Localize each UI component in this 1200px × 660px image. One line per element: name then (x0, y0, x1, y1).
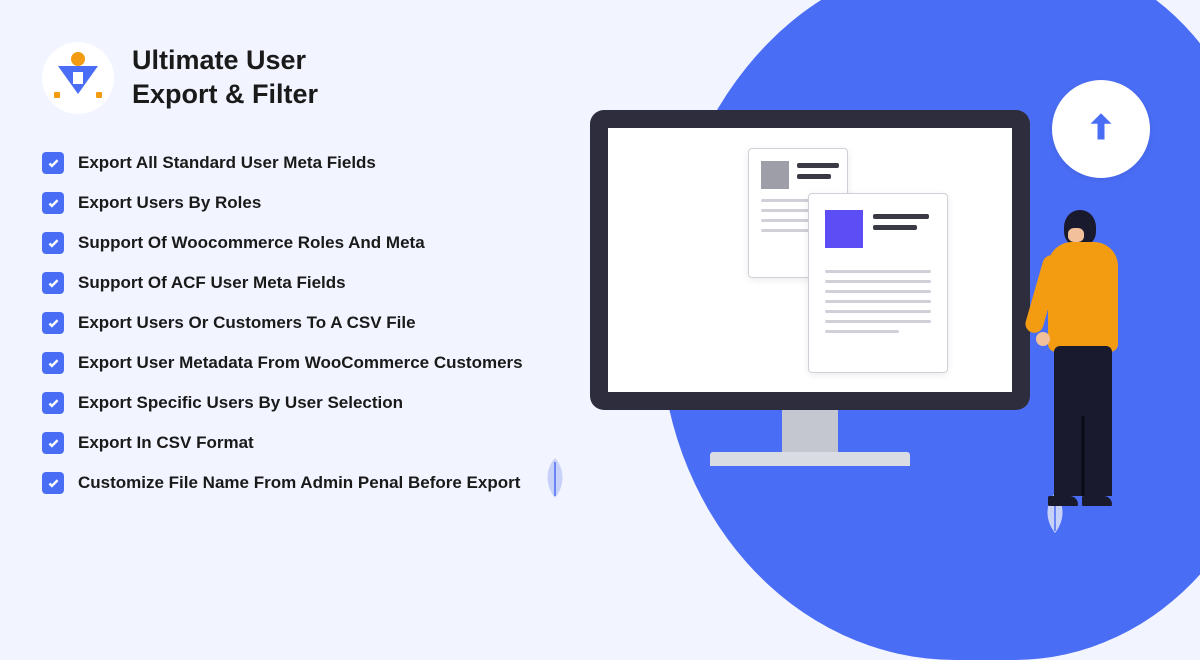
check-icon (42, 392, 64, 414)
list-item: Support Of Woocommerce Roles And Meta (42, 232, 562, 254)
list-item: Export Users By Roles (42, 192, 562, 214)
check-icon (42, 432, 64, 454)
title-line-1: Ultimate User (132, 44, 318, 78)
feature-text: Support Of ACF User Meta Fields (78, 273, 346, 293)
title-line-2: Export & Filter (132, 78, 318, 112)
list-item: Customize File Name From Admin Penal Bef… (42, 472, 562, 494)
monitor-screen (590, 110, 1030, 410)
person-icon (1020, 210, 1140, 520)
check-icon (42, 152, 64, 174)
logo-icon: ↑ (42, 42, 114, 114)
header: ↑ Ultimate User Export & Filter (42, 42, 562, 114)
list-item: Export User Metadata From WooCommerce Cu… (42, 352, 562, 374)
check-icon (42, 272, 64, 294)
feature-text: Support Of Woocommerce Roles And Meta (78, 233, 425, 253)
feature-text: Export Specific Users By User Selection (78, 393, 403, 413)
document-front-icon (808, 193, 948, 373)
check-icon (42, 192, 64, 214)
page-title: Ultimate User Export & Filter (132, 44, 318, 112)
feature-list: Export All Standard User Meta Fields Exp… (42, 152, 562, 494)
check-icon (42, 232, 64, 254)
list-item: Export Users Or Customers To A CSV File (42, 312, 562, 334)
feature-text: Export Users By Roles (78, 193, 261, 213)
upload-badge-icon (1052, 80, 1150, 178)
feature-text: Export Users Or Customers To A CSV File (78, 313, 416, 333)
list-item: Support Of ACF User Meta Fields (42, 272, 562, 294)
check-icon (42, 352, 64, 374)
list-item: Export In CSV Format (42, 432, 562, 454)
feature-text: Export In CSV Format (78, 433, 254, 453)
feature-text: Customize File Name From Admin Penal Bef… (78, 473, 520, 493)
list-item: Export Specific Users By User Selection (42, 392, 562, 414)
check-icon (42, 472, 64, 494)
feature-text: Export User Metadata From WooCommerce Cu… (78, 353, 523, 373)
feature-text: Export All Standard User Meta Fields (78, 153, 376, 173)
monitor-icon (590, 110, 1030, 466)
check-icon (42, 312, 64, 334)
illustration (590, 80, 1130, 560)
left-column: ↑ Ultimate User Export & Filter Export A… (42, 42, 562, 494)
list-item: Export All Standard User Meta Fields (42, 152, 562, 174)
